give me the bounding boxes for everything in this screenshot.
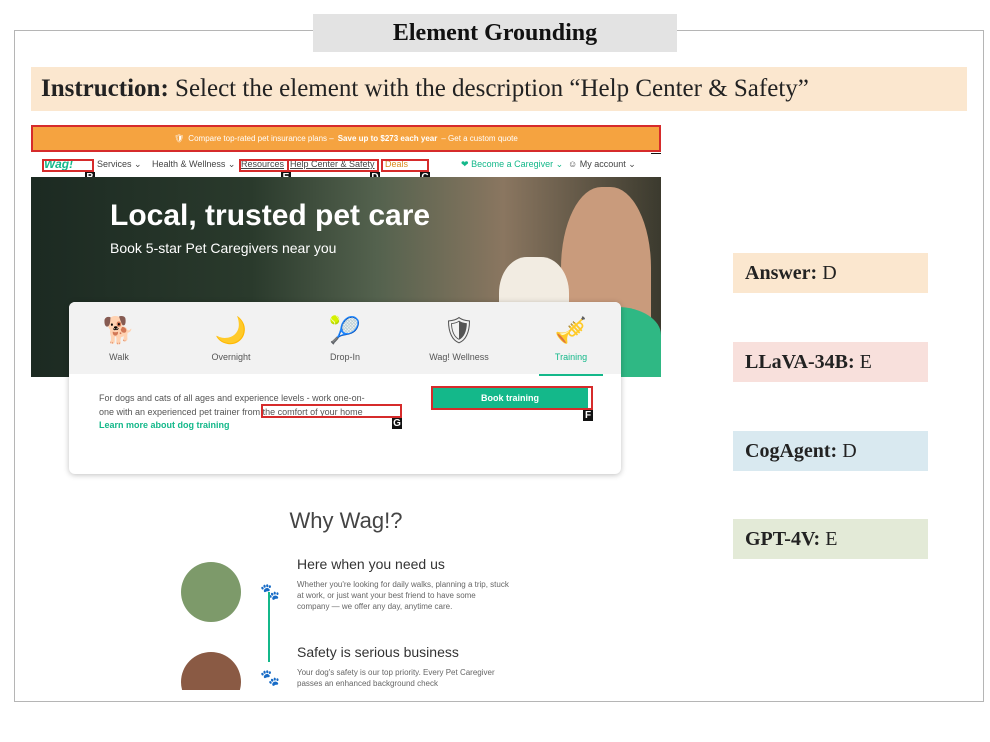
caregiver-icon: ❤	[461, 159, 469, 169]
feature-text: Whether you're looking for daily walks, …	[297, 580, 509, 611]
timeline-line	[268, 592, 270, 662]
bbox-c	[381, 159, 429, 172]
feature-title: Here when you need us	[297, 556, 445, 572]
tag-f: F	[583, 410, 593, 421]
instruction-text: Select the element with the description …	[175, 75, 809, 102]
hero-subtitle: Book 5-star Pet Caregivers near you	[110, 240, 337, 256]
llava-box: LLaVA-34B: E	[733, 342, 928, 382]
service-tabs: 🐕 Walk 🌙 Overnight 🎾 Drop-In 🛡 Wag! Well…	[69, 302, 621, 376]
gpt4v-box: GPT-4V: E	[733, 519, 928, 559]
shield-icon: 🛡	[174, 134, 185, 143]
paw-shield-icon: 🛡	[442, 315, 476, 345]
tab-training[interactable]: 🎺 Training	[521, 314, 621, 376]
paw-icon: 🐾	[260, 670, 280, 687]
cogagent-label: CogAgent:	[745, 440, 838, 462]
figure-title: Element Grounding	[313, 14, 677, 52]
dog-avatar	[181, 562, 241, 622]
cogagent-value: D	[842, 440, 857, 462]
tab-label: Drop-In	[329, 352, 360, 362]
bbox-f	[431, 386, 593, 410]
why-wag-heading: Why Wag!?	[289, 508, 403, 533]
tab-overnight[interactable]: 🌙 Overnight	[181, 314, 281, 362]
promo-text: Compare top-rated pet insurance plans –	[188, 134, 334, 143]
tag-g: G	[392, 418, 402, 429]
promo-bold: Save up to $273 each year	[337, 134, 438, 143]
tab-label: Overnight	[211, 352, 251, 362]
llava-label: LLaVA-34B:	[745, 351, 855, 373]
nav-health-wellness[interactable]: Health & Wellness ⌄	[152, 159, 235, 170]
answer-value: D	[822, 262, 837, 284]
bbox-b	[42, 159, 94, 172]
person-avatar	[181, 652, 241, 690]
gpt4v-value: E	[825, 528, 838, 550]
nav-caregiver-label: Become a Caregiver ⌄	[471, 159, 564, 169]
account-icon: ☺	[568, 159, 578, 169]
answer-label: Answer:	[745, 262, 818, 284]
instruction-bar: Instruction: Select the element with the…	[31, 67, 967, 111]
instruction-label: Instruction:	[41, 75, 169, 102]
tab-wag-wellness[interactable]: 🛡 Wag! Wellness	[409, 314, 509, 362]
tab-label: Training	[554, 352, 588, 362]
gpt4v-label: GPT-4V:	[745, 528, 821, 550]
tab-drop-in[interactable]: 🎾 Drop-In	[295, 314, 395, 362]
tab-label: Walk	[109, 352, 129, 362]
nav-account-label: My account ⌄	[579, 159, 636, 169]
llava-value: E	[859, 351, 872, 373]
webpage-screenshot: 🛡 Compare top-rated pet insurance plans …	[31, 122, 661, 690]
bbox-g	[261, 404, 402, 418]
answer-box: Answer: D	[733, 253, 928, 293]
promo-link[interactable]: – Get a custom quote	[441, 134, 518, 143]
bbox-e	[239, 159, 289, 172]
promo-banner[interactable]: 🛡 Compare top-rated pet insurance plans …	[31, 125, 661, 152]
hero-title: Local, trusted pet care	[110, 199, 431, 232]
tab-label: Wag! Wellness	[429, 352, 489, 362]
bbox-d	[287, 159, 379, 172]
whistle-icon: 🎺	[554, 315, 588, 345]
tab-walk[interactable]: 🐕 Walk	[69, 314, 169, 362]
nav-my-account[interactable]: ☺ My account ⌄	[568, 159, 636, 170]
learn-more-link[interactable]: Learn more about dog training	[99, 420, 230, 430]
nav-become-caregiver[interactable]: ❤ Become a Caregiver ⌄	[461, 159, 563, 170]
ball-icon: 🎾	[328, 315, 362, 345]
nav-services[interactable]: Services ⌄	[97, 159, 142, 170]
feature-title: Safety is serious business	[297, 644, 459, 660]
feature-text: Your dog's safety is our top priority. E…	[297, 668, 495, 688]
moon-icon: 🌙	[214, 315, 248, 345]
cogagent-box: CogAgent: D	[733, 431, 928, 471]
walking-dog-icon: 🐕	[102, 315, 136, 345]
